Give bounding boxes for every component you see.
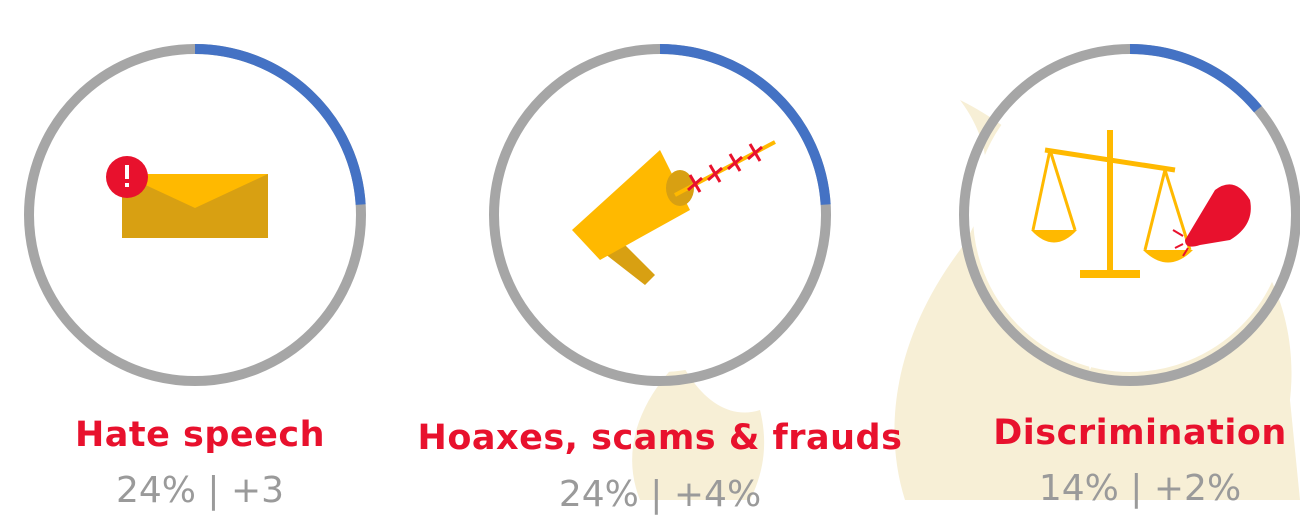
category-value-hate-speech: 24% | +3 bbox=[115, 470, 285, 511]
category-label-hoaxes: Hoaxes, scams & frauds bbox=[417, 418, 903, 458]
envelope-alert-icon bbox=[106, 156, 268, 238]
category-value-hoaxes: 24% | +4% bbox=[558, 474, 762, 515]
category-label-hate-speech: Hate speech bbox=[74, 415, 326, 455]
megaphone-barbed-wire-icon bbox=[572, 140, 776, 285]
category-label-discrimination: Discrimination bbox=[993, 413, 1287, 453]
category-value-discrimination: 14% | +2% bbox=[1038, 468, 1242, 509]
scales-hand-icon bbox=[1031, 130, 1251, 278]
